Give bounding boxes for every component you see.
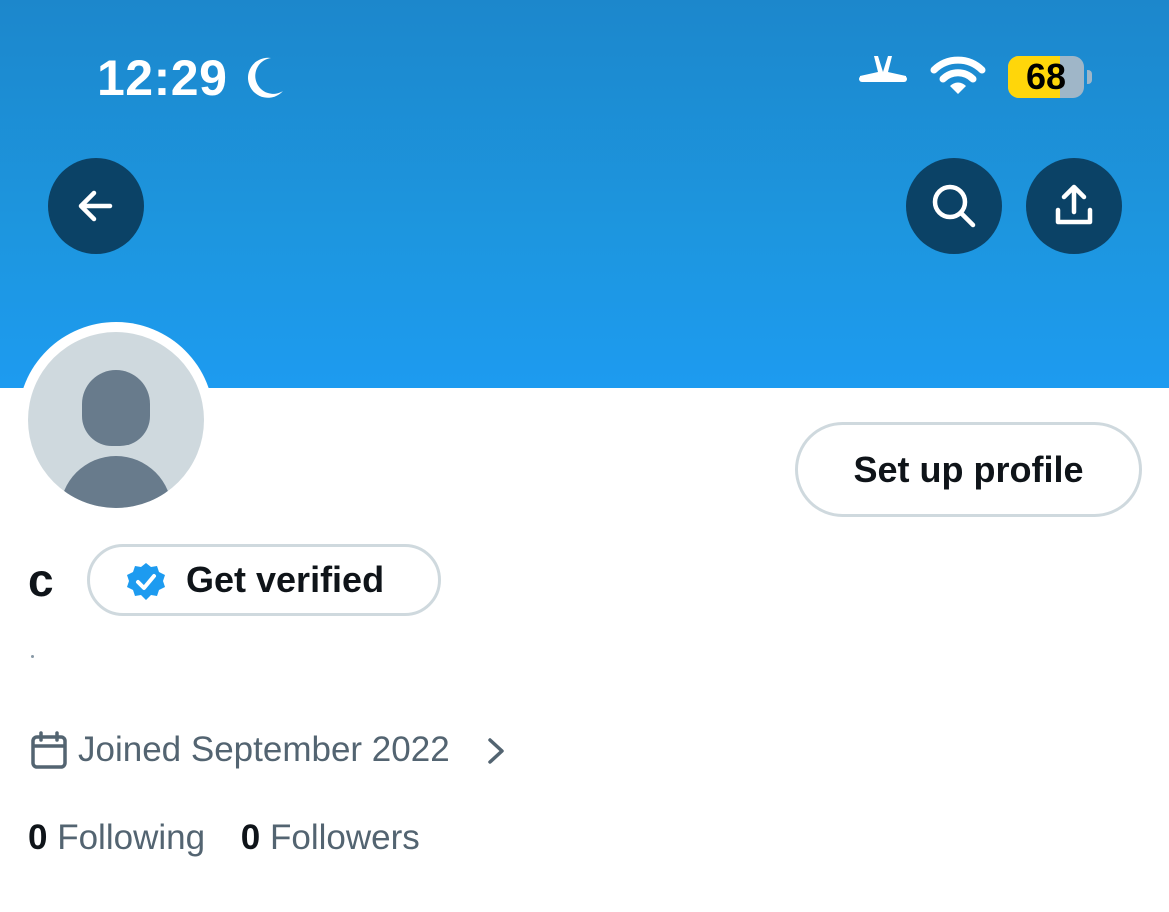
battery-percentage: 68 [1025,56,1067,97]
avatar-placeholder-body [60,456,172,508]
followers-label: Followers [270,818,420,857]
verified-badge-icon [127,563,165,600]
followers-count: 0 [240,818,261,857]
following-stat[interactable]: 0 Following [28,812,205,864]
moon-icon [247,57,283,98]
back-arrow-icon [78,190,113,222]
follow-stats: 0 Following 0 Followers [28,812,446,864]
following-count: 0 [28,818,48,857]
avatar[interactable] [28,332,204,508]
share-button[interactable] [1026,158,1122,254]
joined-date: Joined September 2022 [78,730,450,769]
battery-nub [1087,70,1092,84]
search-icon [932,184,976,228]
wifi-icon [930,56,986,94]
display-name: c [28,554,54,606]
followers-stat[interactable]: 0 Followers [241,812,420,864]
avatar-placeholder-head [82,370,150,446]
get-verified-button[interactable]: Get verified [87,544,441,616]
calendar-icon [31,731,67,769]
battery-icon: 68 [1008,56,1084,98]
status-time: 12:29 [97,50,228,106]
following-label: Following [57,818,206,857]
airplane-icon [859,56,907,82]
back-button[interactable] [48,158,144,254]
set-up-profile-button[interactable]: Set up profile [795,422,1142,517]
bio-text [31,655,34,658]
get-verified-label: Get verified [186,559,385,600]
search-button[interactable] [906,158,1002,254]
share-icon [1055,184,1093,225]
chevron-right-icon [488,738,504,764]
